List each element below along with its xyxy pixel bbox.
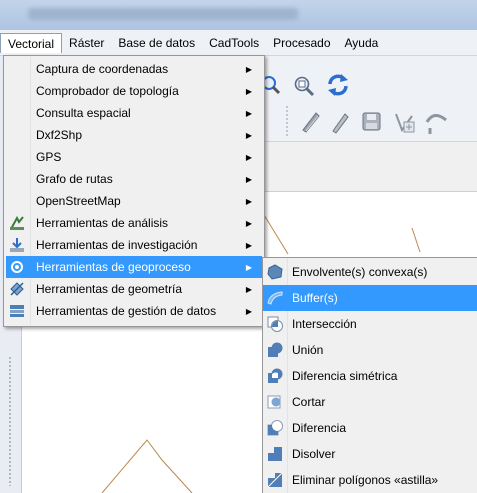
submenu-arrow-icon: ▶ <box>245 196 252 206</box>
data-management-icon <box>6 300 28 322</box>
window-title-blurred <box>28 8 298 20</box>
dissolve-icon <box>265 444 285 464</box>
pencil-icon[interactable] <box>328 110 354 136</box>
menu-bar: Vectorial Ráster Base de datos CadTools … <box>0 30 477 56</box>
toolbar-navigation <box>262 56 477 102</box>
menu-item-comprobador-topologia[interactable]: Comprobador de topología ▶ <box>6 80 262 102</box>
vectorial-dropdown-menu: Captura de coordenadas ▶ Comprobador de … <box>3 55 265 327</box>
submenu-arrow-icon: ▶ <box>245 86 252 96</box>
submenu-item-buffer[interactable]: Buffer(s) <box>263 285 477 311</box>
window-title-bar <box>0 0 477 30</box>
submenu-arrow-icon: ▶ <box>245 174 252 184</box>
intersect-icon <box>265 314 285 334</box>
buffer-icon <box>265 288 285 308</box>
toolbar-editing <box>262 102 477 142</box>
submenu-item-label: Cortar <box>292 395 326 409</box>
menu-item-herramientas-analisis[interactable]: Herramientas de análisis ▶ <box>6 212 262 234</box>
submenu-item-eliminar-astilla[interactable]: Eliminar polígonos «astilla» <box>263 467 477 493</box>
submenu-arrow-icon: ▶ <box>245 306 252 316</box>
menu-cadtools[interactable]: CadTools <box>202 33 266 53</box>
submenu-item-label: Eliminar polígonos «astilla» <box>292 473 439 487</box>
menu-base-de-datos[interactable]: Base de datos <box>111 33 202 53</box>
convex-hull-icon <box>265 262 285 282</box>
submenu-arrow-icon: ▶ <box>245 218 252 228</box>
menu-item-openstreetmap[interactable]: OpenStreetMap ▶ <box>6 190 262 212</box>
submenu-arrow-icon: ▶ <box>245 284 252 294</box>
menu-item-gps[interactable]: GPS ▶ <box>6 146 262 168</box>
submenu-arrow-icon: ▶ <box>245 240 252 250</box>
menu-item-dxf2shp[interactable]: Dxf2Shp ▶ <box>6 124 262 146</box>
submenu-item-diferencia[interactable]: Diferencia <box>263 415 477 441</box>
difference-icon <box>265 418 285 438</box>
menu-item-consulta-espacial[interactable]: Consulta espacial ▶ <box>6 102 262 124</box>
menu-item-label: OpenStreetMap <box>36 194 121 208</box>
submenu-item-label: Intersección <box>292 317 357 331</box>
menu-item-herramientas-investigacion[interactable]: Herramientas de investigación ▶ <box>6 234 262 256</box>
menu-procesado[interactable]: Procesado <box>266 33 337 53</box>
submenu-arrow-icon: ▶ <box>245 108 252 118</box>
node-tool-icon[interactable] <box>424 110 450 136</box>
submenu-item-label: Envolvente(s) convexa(s) <box>292 265 428 279</box>
menu-item-label: Dxf2Shp <box>36 128 83 142</box>
menu-item-herramientas-gestion-datos[interactable]: Herramientas de gestión de datos ▶ <box>6 300 262 322</box>
submenu-item-diferencia-simetrica[interactable]: Diferencia simétrica <box>263 363 477 389</box>
union-icon <box>265 340 285 360</box>
refresh-icon[interactable] <box>325 72 351 98</box>
menu-item-label: Comprobador de topología <box>36 84 179 98</box>
submenu-item-envolvente-convexa[interactable]: Envolvente(s) convexa(s) <box>263 259 477 285</box>
save-edits-icon[interactable] <box>360 110 384 134</box>
menu-item-herramientas-geoproceso[interactable]: Herramientas de geoproceso ▶ <box>6 256 262 278</box>
submenu-item-label: Buffer(s) <box>292 291 338 305</box>
menu-item-label: Consulta espacial <box>36 106 131 120</box>
menu-item-label: Herramientas de análisis <box>36 216 169 230</box>
submenu-item-label: Diferencia simétrica <box>292 369 398 383</box>
toolbar-grip[interactable] <box>284 106 290 136</box>
menu-item-label: Herramientas de geometría <box>36 282 183 296</box>
geoprocess-submenu: Envolvente(s) convexa(s) Buffer(s) Inter… <box>262 257 477 493</box>
eliminate-slivers-icon <box>265 470 285 490</box>
submenu-arrow-icon: ▶ <box>245 262 252 272</box>
menu-vectorial[interactable]: Vectorial <box>0 32 63 53</box>
dock-grip[interactable] <box>8 356 12 486</box>
submenu-arrow-icon: ▶ <box>245 64 252 74</box>
menu-item-label: Herramientas de gestión de datos <box>36 304 217 318</box>
clip-icon <box>265 392 285 412</box>
submenu-item-label: Disolver <box>292 447 336 461</box>
submenu-item-cortar[interactable]: Cortar <box>263 389 477 415</box>
submenu-arrow-icon: ▶ <box>245 130 252 140</box>
menu-raster[interactable]: Ráster <box>62 33 111 53</box>
panel-band <box>262 142 477 192</box>
submenu-item-label: Unión <box>292 343 324 357</box>
submenu-item-label: Diferencia <box>292 421 347 435</box>
geometry-icon <box>6 278 28 300</box>
menu-item-label: GPS <box>36 150 62 164</box>
submenu-arrow-icon: ▶ <box>245 152 252 162</box>
zoom-to-layer-icon[interactable] <box>292 74 316 98</box>
submenu-item-disolver[interactable]: Disolver <box>263 441 477 467</box>
menu-item-label: Captura de coordenadas <box>36 62 169 76</box>
add-vertex-icon[interactable] <box>392 110 418 136</box>
menu-item-label: Herramientas de investigación <box>36 238 198 252</box>
geoprocess-icon <box>6 256 28 278</box>
analysis-icon <box>6 212 28 234</box>
edit-feature-icon[interactable] <box>298 110 324 136</box>
menu-item-label: Grafo de rutas <box>36 172 113 186</box>
sym-difference-icon <box>265 366 285 386</box>
research-icon <box>6 234 28 256</box>
submenu-item-interseccion[interactable]: Intersección <box>263 311 477 337</box>
menu-ayuda[interactable]: Ayuda <box>338 33 386 53</box>
menu-item-grafo-rutas[interactable]: Grafo de rutas ▶ <box>6 168 262 190</box>
menu-item-captura-coordenadas[interactable]: Captura de coordenadas ▶ <box>6 58 262 80</box>
submenu-item-union[interactable]: Unión <box>263 337 477 363</box>
menu-item-label: Herramientas de geoproceso <box>36 260 191 274</box>
menu-item-herramientas-geometria[interactable]: Herramientas de geometría ▶ <box>6 278 262 300</box>
